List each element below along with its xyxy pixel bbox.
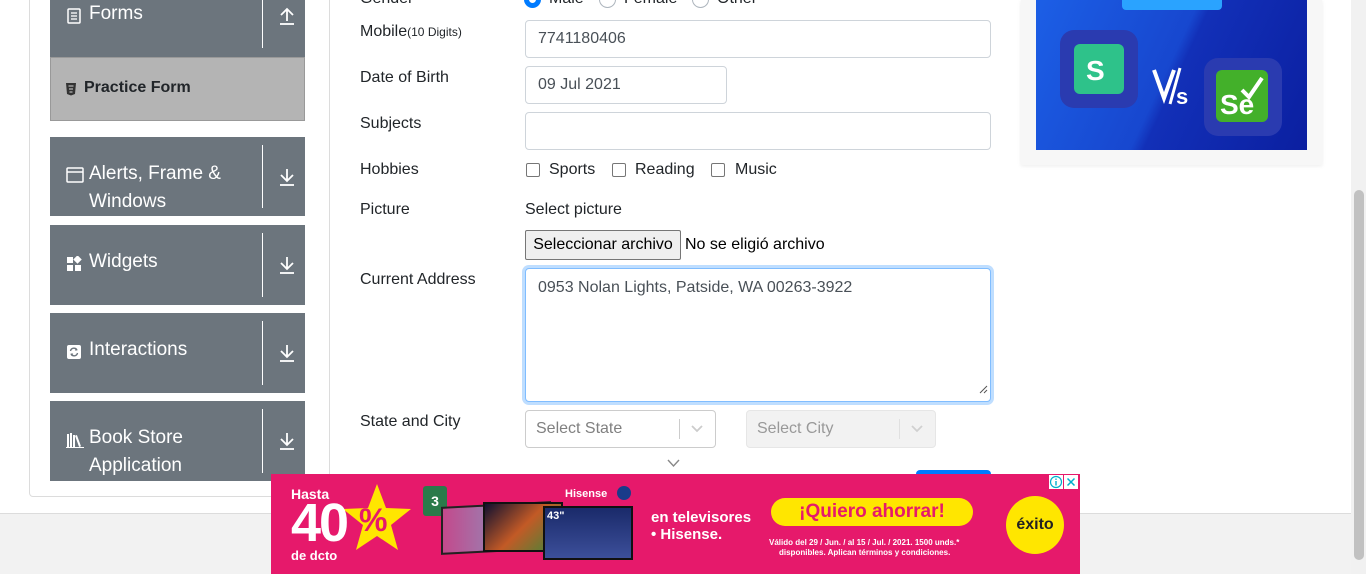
- mobile-input[interactable]: 7741180406: [525, 20, 991, 58]
- hobby-sports-checkbox[interactable]: [526, 163, 540, 177]
- arrow-down-icon[interactable]: [278, 255, 296, 280]
- address-text: 0953 Nolan Lights, Patside, WA 00263-392…: [538, 279, 853, 296]
- sidebar-group-interactions[interactable]: Interactions: [50, 313, 305, 393]
- chevron-down-icon: [690, 421, 704, 440]
- subjects-input[interactable]: [525, 112, 991, 150]
- divider: [262, 0, 263, 48]
- arrow-down-icon[interactable]: [278, 431, 296, 456]
- subjects-label: Subjects: [360, 115, 422, 132]
- arrow-down-icon[interactable]: [278, 343, 296, 368]
- ad-brand: Hisense: [565, 488, 608, 500]
- ad-cta-button[interactable]: ¡Quiero ahorrar!: [771, 498, 973, 526]
- sidebar-item-practice-form[interactable]: Practice Form: [50, 57, 305, 121]
- hobby-music-checkbox[interactable]: [711, 163, 725, 177]
- gender-option-label: Male: [549, 0, 584, 8]
- side-ad-image: S s Se: [1036, 0, 1307, 150]
- sidebar-group-label: Book Store: [89, 427, 183, 448]
- chevron-down-icon: [910, 421, 924, 440]
- window-icon: [66, 167, 84, 188]
- mobile-label: Mobile(10 Digits): [360, 23, 462, 41]
- ad-info-icon[interactable]: [1049, 475, 1063, 489]
- state-city-label: State and City: [360, 413, 461, 430]
- psg-logo: [617, 486, 631, 500]
- sidebar-group-forms[interactable]: Forms: [50, 0, 305, 57]
- hobbies-label: Hobbies: [360, 161, 419, 178]
- widgets-icon: [66, 255, 82, 277]
- sidebar-group-label: Alerts, Frame &: [89, 163, 221, 184]
- sidebar-group-widgets[interactable]: Widgets: [50, 225, 305, 305]
- divider: [899, 419, 900, 439]
- city-placeholder: Select City: [757, 420, 834, 437]
- sidebar-group-alerts[interactable]: Alerts, Frame & Windows: [50, 137, 305, 216]
- gender-male-radio[interactable]: [524, 0, 541, 8]
- ad-close-icon[interactable]: [1064, 475, 1078, 489]
- mobile-hint: (10 Digits): [407, 25, 462, 39]
- ad-discount-text: de dcto: [291, 548, 338, 563]
- gender-other-radio[interactable]: [692, 0, 709, 8]
- scrollbar-thumb[interactable]: [1354, 190, 1364, 560]
- sync-icon: [66, 344, 82, 365]
- address-label: Current Address: [360, 271, 476, 288]
- svg-text:S: S: [1086, 55, 1105, 86]
- arrow-up-icon[interactable]: [278, 6, 296, 31]
- sidebar-group-label: Forms: [89, 3, 143, 24]
- scrollbar[interactable]: [1351, 0, 1366, 574]
- selenium-logo: Se: [1204, 58, 1282, 136]
- sidebar-group-label: Widgets: [89, 251, 158, 272]
- divider: [262, 321, 263, 385]
- sidebar-group-label-line2: Application: [89, 455, 182, 476]
- gender-option-label: Female: [624, 0, 677, 8]
- mobile-label-text: Mobile: [360, 23, 408, 40]
- dob-input[interactable]: 09 Jul 2021: [525, 66, 727, 104]
- divider: [262, 233, 263, 297]
- dob-label: Date of Birth: [360, 69, 449, 86]
- divider: [679, 419, 680, 439]
- hobby-label: Reading: [635, 161, 695, 178]
- percent-sign: %: [359, 502, 388, 538]
- ad-size-badge: 43": [547, 510, 565, 522]
- ad-text-1: en televisores: [651, 509, 752, 526]
- city-select[interactable]: Select City: [746, 410, 936, 448]
- hobby-label: Music: [735, 161, 777, 178]
- html5-icon: [65, 82, 77, 101]
- ad-text-2: • Hisense.: [651, 526, 723, 543]
- sidebar-group-label: Interactions: [89, 339, 188, 360]
- state-select[interactable]: Select State: [525, 410, 716, 448]
- chevron-down-icon: [666, 456, 681, 474]
- ad-percent: 40: [291, 493, 349, 553]
- sidebar-group-book-store[interactable]: Book Store Application: [50, 401, 305, 481]
- sidebar-group-label-line2: Windows: [89, 191, 167, 212]
- gender-female-radio[interactable]: [599, 0, 616, 8]
- ad-legal-2: disponibles. Aplican términos y condicio…: [779, 548, 951, 557]
- arrow-down-icon[interactable]: [278, 167, 296, 192]
- file-status: No se eligió archivo: [685, 236, 825, 253]
- books-icon: [66, 432, 84, 453]
- gender-option-label: Other: [717, 0, 757, 8]
- state-placeholder: Select State: [536, 420, 623, 437]
- sidebar-item-label: Practice Form: [84, 79, 191, 96]
- address-textarea[interactable]: 0953 Nolan Lights, Patside, WA 00263-392…: [525, 268, 991, 402]
- ad-store-logo: éxito: [1006, 496, 1064, 554]
- choose-file-button[interactable]: Seleccionar archivo: [525, 230, 681, 260]
- hobby-reading-checkbox[interactable]: [612, 163, 626, 177]
- divider: [262, 409, 263, 473]
- divider: [262, 145, 263, 208]
- side-ad[interactable]: S s Se: [1021, 0, 1322, 165]
- svg-text:s: s: [1176, 84, 1188, 108]
- picture-label: Picture: [360, 201, 410, 218]
- hobby-label: Sports: [549, 161, 596, 178]
- gender-label: Gender: [360, 0, 413, 8]
- katalon-logo: S: [1060, 30, 1138, 108]
- select-picture-label: Select picture: [525, 201, 622, 218]
- bottom-ad-banner[interactable]: Hasta 40 % de dcto 3 Hisense 43" en tele…: [271, 474, 1080, 574]
- document-icon: [66, 8, 82, 29]
- ad-legal-1: Válido del 29 / Jun. / al 15 / Jul. / 20…: [769, 538, 960, 547]
- resize-handle-icon[interactable]: [979, 381, 988, 399]
